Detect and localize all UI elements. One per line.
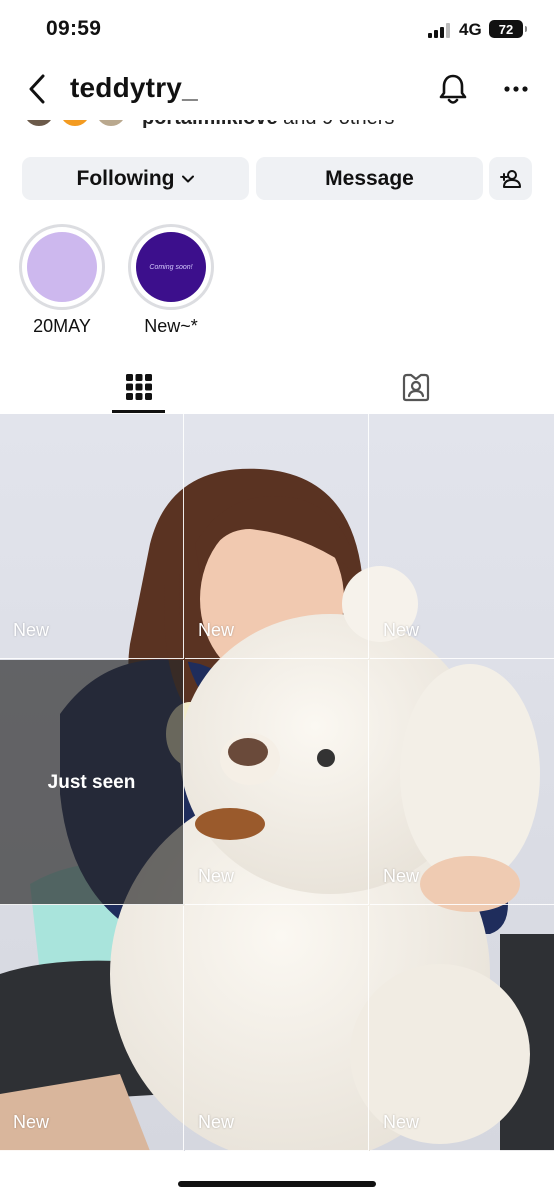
- tab-posts-grid[interactable]: [112, 362, 165, 412]
- following-label: Following: [76, 166, 175, 190]
- post-tile[interactable]: New: [185, 906, 369, 1151]
- post-tile-just-seen[interactable]: Just seen: [0, 660, 184, 905]
- highlight-cover: [27, 232, 97, 302]
- profile-username: teddytry_: [70, 72, 198, 103]
- new-badge: New: [198, 1112, 235, 1132]
- new-badge: New: [198, 620, 235, 640]
- post-tile[interactable]: New: [0, 906, 184, 1151]
- active-tab-indicator: [112, 410, 165, 413]
- new-badge: New: [383, 866, 420, 886]
- status-time: 09:59: [46, 17, 102, 40]
- highlight-new[interactable]: Coming soon! New~*: [128, 224, 214, 337]
- grid-icon: [125, 374, 152, 400]
- profile-header: teddytry_: [0, 58, 554, 120]
- message-button[interactable]: Message: [256, 157, 483, 200]
- highlight-label: 20MAY: [33, 316, 91, 336]
- more-options-button[interactable]: [500, 74, 532, 104]
- new-badge: New: [383, 620, 420, 640]
- new-badge: New: [383, 1112, 420, 1132]
- new-badge: New: [13, 620, 50, 640]
- highlight-label: New~*: [144, 316, 198, 336]
- more-icon: [504, 86, 528, 92]
- post-tile[interactable]: New: [185, 660, 369, 905]
- following-button[interactable]: Following: [22, 157, 249, 200]
- highlight-ring: Coming soon!: [128, 224, 214, 310]
- suggested-users-button[interactable]: [489, 157, 532, 200]
- signal-icon: [428, 23, 450, 38]
- status-bar: 09:59 4G 72: [0, 0, 554, 58]
- post-tile[interactable]: New: [0, 414, 184, 659]
- highlight-cover-text: Coming soon!: [149, 263, 193, 271]
- tab-tagged[interactable]: [390, 362, 442, 412]
- chevron-left-icon: [29, 74, 45, 104]
- post-tile[interactable]: New: [185, 414, 369, 659]
- tagged-user-icon: [402, 373, 430, 402]
- network-label: 4G: [459, 20, 482, 39]
- add-user-icon: [499, 169, 521, 188]
- post-tile[interactable]: New: [370, 660, 554, 905]
- home-indicator[interactable]: [178, 1181, 376, 1187]
- just-seen-label: Just seen: [47, 772, 136, 793]
- bell-icon[interactable]: [436, 72, 470, 106]
- message-label: Message: [325, 166, 414, 190]
- highlight-ring: [19, 224, 105, 310]
- battery-icon: 72: [489, 20, 527, 38]
- new-badge: New: [198, 866, 235, 886]
- highlight-20may[interactable]: 20MAY: [19, 224, 105, 337]
- back-button[interactable]: [22, 72, 52, 106]
- new-badge: New: [13, 1112, 50, 1132]
- post-tile[interactable]: New: [370, 906, 554, 1151]
- post-tile[interactable]: New: [370, 414, 554, 659]
- highlight-cover: Coming soon!: [136, 232, 206, 302]
- chevron-down-icon: [182, 175, 195, 182]
- posts-grid: New New New Just seen New New New New Ne…: [0, 414, 554, 1151]
